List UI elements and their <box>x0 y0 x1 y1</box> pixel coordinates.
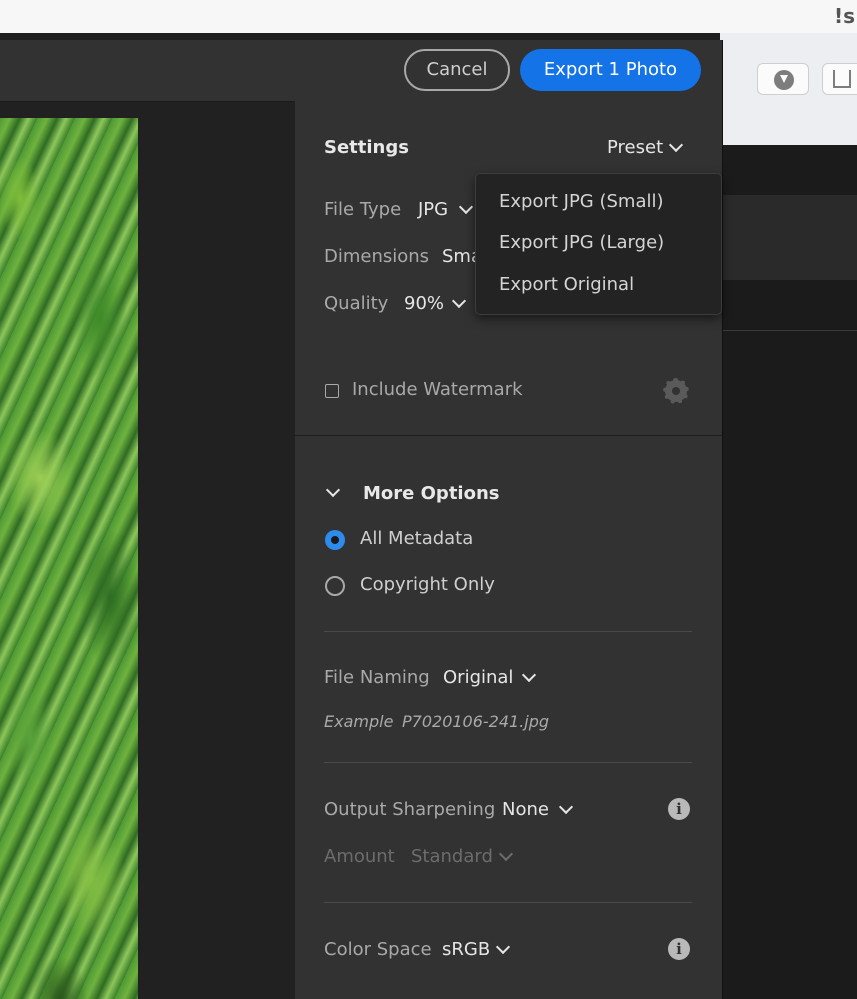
share-button[interactable] <box>822 63 857 95</box>
all-metadata-label: All Metadata <box>360 528 474 549</box>
menu-item-export-jpg-large[interactable]: Export JPG (Large) <box>499 232 664 253</box>
file-type-dropdown[interactable]: JPG <box>418 199 478 223</box>
chevron-down-icon <box>558 799 574 815</box>
chevron-down-icon <box>495 939 511 955</box>
file-type-label: File Type <box>324 199 402 220</box>
download-button[interactable] <box>757 63 809 95</box>
color-space-label: Color Space <box>324 939 432 960</box>
share-icon <box>833 70 851 88</box>
browser-corner-glyph: !s <box>833 4 855 28</box>
watermark-settings-gear-icon[interactable] <box>663 378 689 404</box>
preset-label: Preset <box>607 137 664 158</box>
chevron-down-icon <box>458 199 474 215</box>
more-options-toggle[interactable]: More Options <box>324 481 524 505</box>
settings-title: Settings <box>324 137 409 158</box>
quality-value: 90% <box>404 293 445 314</box>
watermark-checkbox[interactable] <box>325 384 339 398</box>
chevron-down-icon <box>498 846 514 862</box>
output-sharpening-label: Output Sharpening <box>324 799 496 820</box>
photo-preview <box>0 118 138 999</box>
file-type-value: JPG <box>418 199 449 220</box>
amount-value: Standard <box>411 846 493 867</box>
download-icon <box>774 70 794 90</box>
file-naming-label: File Naming <box>324 667 430 688</box>
quality-label: Quality <box>324 293 389 314</box>
section-divider <box>295 435 722 436</box>
divider <box>324 762 692 763</box>
menu-item-export-original[interactable]: Export Original <box>499 274 634 295</box>
cancel-button[interactable]: Cancel <box>404 49 510 91</box>
chevron-down-icon <box>451 293 467 309</box>
preset-dropdown[interactable]: Preset <box>607 137 692 161</box>
color-space-dropdown[interactable]: sRGB <box>442 939 517 963</box>
export-button[interactable]: Export 1 Photo <box>520 49 701 91</box>
example-filename: P7020106-241.jpg <box>402 712 550 731</box>
menu-item-export-jpg-small[interactable]: Export JPG (Small) <box>499 191 664 212</box>
divider <box>324 902 692 903</box>
preset-menu: Export JPG (Small) Export JPG (Large) Ex… <box>475 173 722 315</box>
amount-dropdown[interactable]: Standard <box>411 846 521 870</box>
file-naming-dropdown[interactable]: Original <box>443 667 543 691</box>
copyright-only-label: Copyright Only <box>360 574 495 595</box>
more-options-title: More Options <box>363 483 500 504</box>
quality-dropdown[interactable]: 90% <box>404 293 474 317</box>
gear-icon-core <box>665 380 687 402</box>
dialog-header: Cancel Export 1 Photo <box>0 40 722 102</box>
file-naming-value: Original <box>443 667 514 688</box>
output-sharpening-value: None <box>502 799 549 820</box>
dimensions-label: Dimensions <box>324 246 430 267</box>
color-space-value: sRGB <box>442 939 491 960</box>
background-band <box>720 195 857 280</box>
radio-all-metadata[interactable] <box>325 530 345 550</box>
example-label: Example <box>324 712 394 731</box>
background-divider <box>720 330 857 331</box>
info-icon[interactable]: i <box>668 938 690 960</box>
browser-top-bar: !s <box>0 0 857 33</box>
info-icon[interactable]: i <box>668 798 690 820</box>
radio-copyright-only[interactable] <box>325 576 345 596</box>
watermark-label: Include Watermark <box>352 379 523 400</box>
amount-label: Amount <box>324 846 395 867</box>
output-sharpening-dropdown[interactable]: None <box>502 799 582 823</box>
chevron-down-icon <box>668 137 684 153</box>
chevron-down-icon <box>521 667 537 683</box>
divider <box>324 631 692 632</box>
chevron-down-icon <box>325 482 341 498</box>
